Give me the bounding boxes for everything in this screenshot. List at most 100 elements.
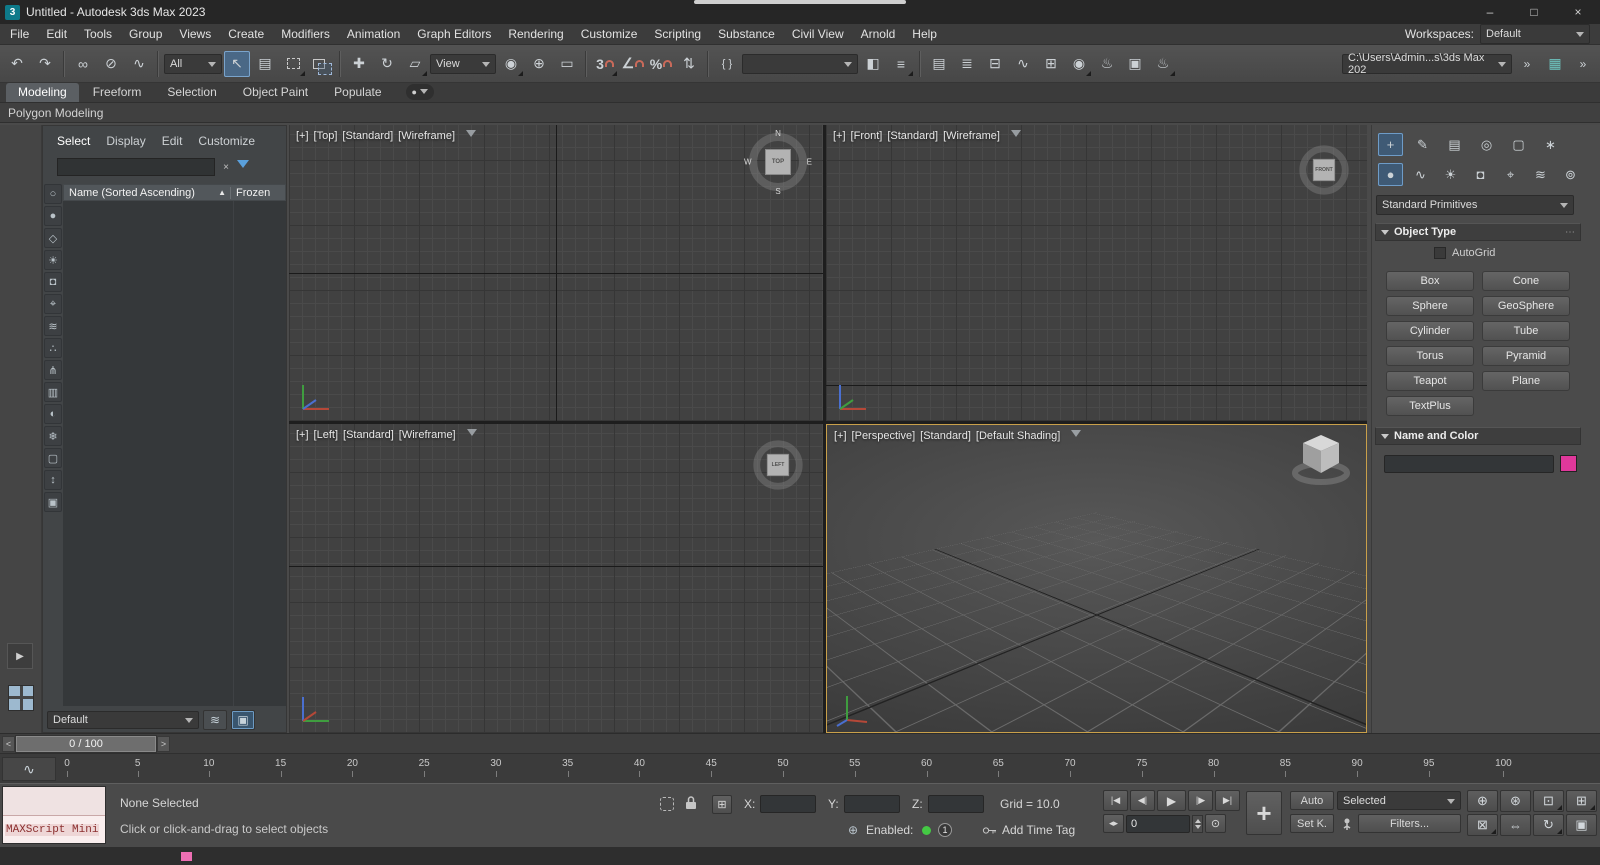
menu-civil-view[interactable]: Civil View [792, 27, 844, 41]
ribbon-tab-modeling[interactable]: Modeling [6, 83, 79, 102]
tab-modify-icon[interactable]: ✎ [1410, 133, 1435, 156]
menu-create[interactable]: Create [228, 27, 264, 41]
select-and-rotate-button[interactable]: ↻ [374, 51, 400, 77]
project-folder-dropdown[interactable]: C:\Users\Admin...s\3ds Max 202 [1342, 52, 1512, 76]
curve-editor-button[interactable]: ∿ [1010, 51, 1036, 77]
toggle-ribbon-button[interactable]: ⊟ [982, 51, 1008, 77]
toolbar-overflow-button-2[interactable]: » [1570, 51, 1596, 77]
primitive-pyramid-button[interactable]: Pyramid [1482, 346, 1570, 366]
explorer-mode-button[interactable]: ▣ [231, 709, 255, 730]
rendered-frame-window-button[interactable]: ▣ [1122, 51, 1148, 77]
primitive-textplus-button[interactable]: TextPlus [1386, 396, 1474, 416]
menu-scripting[interactable]: Scripting [654, 27, 701, 41]
percent-snap-toggle[interactable]: % [648, 51, 674, 77]
viewport-left[interactable]: [+] [Left] [Standard] [Wireframe] LEFT [289, 424, 823, 733]
zoom-extents-all-button[interactable]: ⊞ [1566, 790, 1597, 812]
viewcube[interactable]: LEFT [752, 439, 805, 492]
zoom-region-button[interactable]: ⊠ [1467, 814, 1498, 836]
category-cameras-icon[interactable]: ◘ [1468, 163, 1493, 186]
orbit-button[interactable]: ↻ [1533, 814, 1564, 836]
explorer-menu-customize[interactable]: Customize [198, 134, 255, 148]
redo-button[interactable]: ↷ [32, 51, 58, 77]
primitive-cylinder-button[interactable]: Cylinder [1386, 321, 1474, 341]
key-filters-button[interactable]: Filters... [1358, 814, 1461, 833]
active-layer-dropdown[interactable]: Default [47, 710, 199, 729]
spinner-snap-toggle[interactable]: ⇅ [676, 51, 702, 77]
compass-south[interactable]: S [775, 187, 780, 196]
window-crossing-toggle[interactable] [308, 51, 334, 77]
x-coordinate-input[interactable] [760, 795, 816, 813]
filter-hidden-icon[interactable]: ▢ [44, 448, 62, 468]
category-lights-icon[interactable]: ☀ [1438, 163, 1463, 186]
filter-containers-icon[interactable]: ▥ [44, 382, 62, 402]
time-tag-key-icon[interactable] [982, 826, 997, 835]
time-tag-globe-icon[interactable]: ⊕ [848, 823, 858, 837]
select-and-move-button[interactable]: ✚ [346, 51, 372, 77]
tab-hierarchy-icon[interactable]: ▤ [1442, 133, 1467, 156]
spinner-down-icon[interactable] [1194, 824, 1201, 832]
primitive-teapot-button[interactable]: Teapot [1386, 371, 1474, 391]
viewport-general-menu[interactable]: [+] [834, 430, 847, 442]
previous-frame-button[interactable]: ◀| [1130, 790, 1155, 811]
tab-create-icon[interactable]: + [1378, 133, 1403, 156]
category-shapes-icon[interactable]: ∿ [1408, 163, 1433, 186]
rectangular-selection-region-button[interactable] [280, 51, 306, 77]
next-frame-button[interactable]: |▶ [1188, 790, 1213, 811]
menu-arnold[interactable]: Arnold [861, 27, 896, 41]
compass-west[interactable]: W [744, 158, 752, 167]
column-header-frozen[interactable]: Frozen [230, 186, 285, 199]
object-color-swatch[interactable] [1560, 455, 1577, 472]
primitive-plane-button[interactable]: Plane [1482, 371, 1570, 391]
filter-shapes-icon[interactable]: ◇ [44, 228, 62, 248]
render-production-button[interactable]: ♨ [1150, 51, 1176, 77]
workspace-switcher-button[interactable]: ▦ [1542, 51, 1568, 77]
play-button[interactable]: ▶ [1157, 790, 1186, 811]
primitive-cone-button[interactable]: Cone [1482, 271, 1570, 291]
primitive-category-dropdown[interactable]: Standard Primitives [1376, 195, 1574, 215]
track-bar[interactable]: ∿ 0 5 10 15 20 25 30 35 40 45 50 55 60 6… [0, 753, 1600, 783]
y-coordinate-input[interactable] [844, 795, 900, 813]
viewcube[interactable] [1286, 429, 1356, 493]
tab-utilities-icon[interactable]: ∗ [1538, 133, 1563, 156]
menu-animation[interactable]: Animation [347, 27, 400, 41]
primitive-torus-button[interactable]: Torus [1386, 346, 1474, 366]
time-configuration-button[interactable]: ⊙ [1205, 814, 1226, 833]
primitive-sphere-button[interactable]: Sphere [1386, 296, 1474, 316]
viewport-front[interactable]: [+] [Front] [Standard] [Wireframe] FRONT [826, 125, 1367, 421]
select-by-name-button[interactable]: ▤ [252, 51, 278, 77]
toggle-layer-explorer-button[interactable]: ≣ [954, 51, 980, 77]
toggle-scene-explorer-button[interactable]: ▤ [926, 51, 952, 77]
viewport-shading-menu[interactable]: [Wireframe] [943, 130, 1000, 142]
key-mode-toggle[interactable]: ◂▸ [1103, 814, 1124, 833]
next-frame-arrow[interactable]: > [157, 735, 170, 752]
app-icon[interactable]: 3 [5, 4, 20, 20]
maxscript-mini-listener[interactable]: MAXScript Mini [2, 786, 106, 844]
viewport-layout-tabs-icon[interactable] [8, 685, 34, 711]
zoom-all-button[interactable]: ⊛ [1500, 790, 1531, 812]
angle-snap-toggle[interactable]: ∠ [620, 51, 646, 77]
keyboard-override-toggle[interactable]: ▭ [554, 51, 580, 77]
menu-graph-editors[interactable]: Graph Editors [417, 27, 491, 41]
undo-button[interactable]: ↶ [4, 51, 30, 77]
viewport-pov-menu[interactable]: [Top] [314, 130, 338, 142]
expand-panel-button[interactable]: ▶ [7, 643, 33, 669]
ribbon-tab-freeform[interactable]: Freeform [81, 83, 154, 102]
viewport-perspective[interactable]: [+] [Perspective] [Standard] [Default Sh… [826, 424, 1367, 733]
menu-rendering[interactable]: Rendering [508, 27, 563, 41]
filter-frozen-icon[interactable]: ❄ [44, 426, 62, 446]
menu-help[interactable]: Help [912, 27, 937, 41]
time-slider-handle[interactable]: 0 / 100 [16, 735, 156, 752]
per-view-filter-icon[interactable] [1071, 430, 1082, 442]
viewport-renderer-menu[interactable]: [Standard] [920, 430, 971, 442]
viewport-pov-menu[interactable]: [Left] [314, 429, 338, 441]
maxscript-input-row[interactable] [3, 787, 105, 816]
select-and-link-button[interactable]: ∞ [70, 51, 96, 77]
per-view-filter-icon[interactable] [1010, 130, 1021, 142]
workspaces-dropdown[interactable]: Default [1480, 24, 1590, 44]
ribbon-tab-populate[interactable]: Populate [322, 83, 393, 102]
zoom-button[interactable]: ⊕ [1467, 790, 1498, 812]
viewcube-face[interactable]: LEFT [766, 453, 790, 477]
viewcube-face[interactable]: TOP [765, 149, 791, 175]
viewport-top[interactable]: [+] [Top] [Standard] [Wireframe] TOP N W… [289, 125, 823, 421]
ribbon-collapsed-strip[interactable]: Polygon Modeling [0, 103, 1600, 123]
